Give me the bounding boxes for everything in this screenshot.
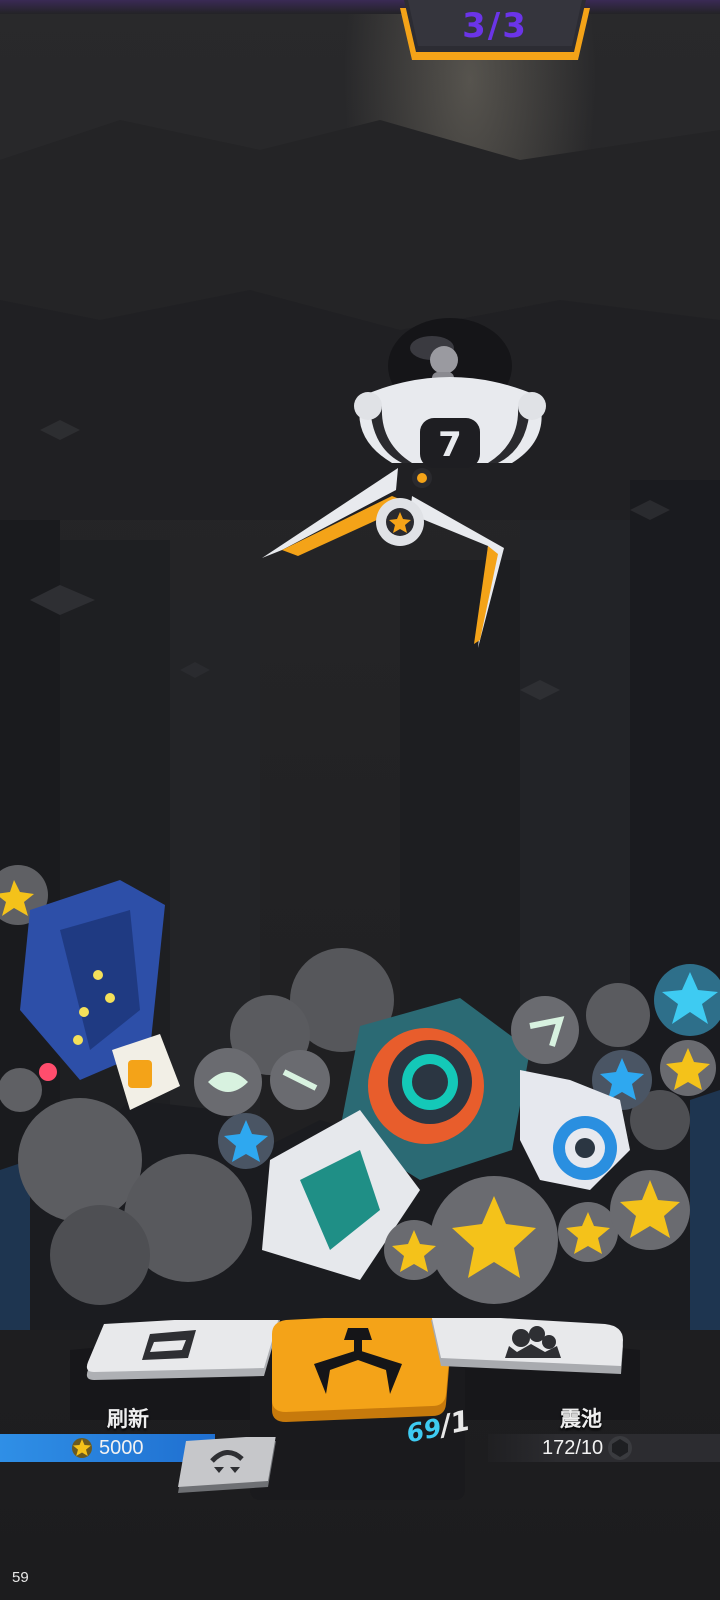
- prize-pile: [0, 865, 720, 1330]
- fps-counter: 59: [12, 1569, 29, 1586]
- round-counter: 3/3: [462, 6, 528, 46]
- claw-icon: [314, 1328, 402, 1394]
- refresh-label: 刷新: [107, 1406, 149, 1431]
- round-badge: 3/3: [394, 0, 596, 74]
- star-coin-icon: [72, 1438, 92, 1458]
- shake-pile-label: 震池: [560, 1406, 602, 1431]
- refresh-button[interactable]: [84, 1314, 284, 1390]
- gem-icon: [608, 1436, 633, 1460]
- refresh-card-icon: [142, 1330, 196, 1360]
- top-strip: [0, 0, 720, 14]
- game-scene: 3/3 7 刷新 5000 69/1 震池 172/10 59: [0, 0, 720, 1600]
- shake-progress: 172/10: [542, 1436, 604, 1459]
- shake-pile-button[interactable]: [425, 1314, 630, 1390]
- swap-claw-icon: [210, 1450, 244, 1473]
- claw-robot: 7: [262, 318, 546, 648]
- refresh-cost: 5000: [99, 1436, 144, 1459]
- claw-count-current: 69: [403, 1412, 444, 1449]
- swap-claw-button[interactable]: [172, 1435, 284, 1499]
- shake-pile-icon: [505, 1326, 561, 1358]
- svg-text:7: 7: [438, 425, 462, 465]
- shake-progress-bar: 172/10: [488, 1434, 720, 1462]
